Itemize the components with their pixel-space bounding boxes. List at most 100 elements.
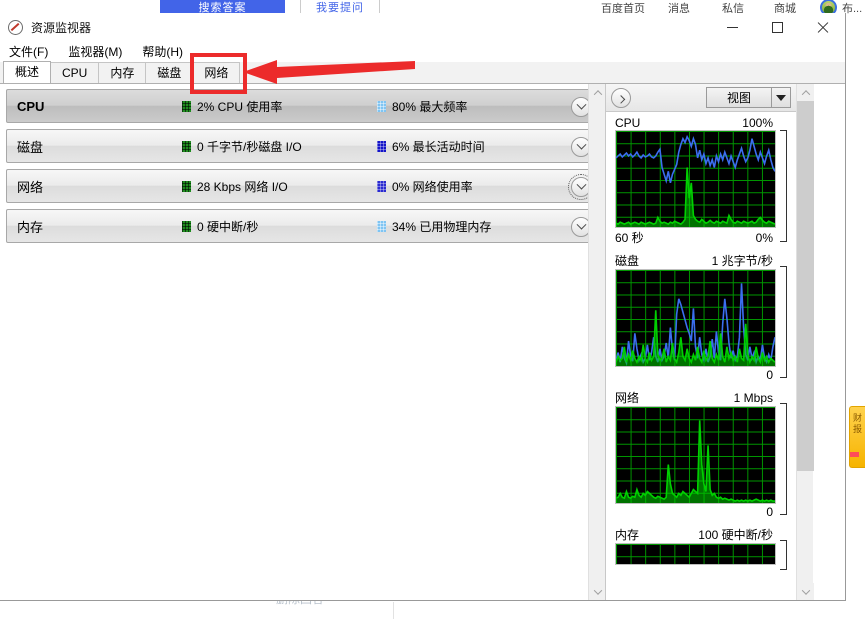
metric-value: 34% 已用物理内存	[392, 219, 492, 234]
resource-row-network[interactable]: 网络 28 Kbps 网络 I/O 0% 网络使用率	[6, 169, 599, 203]
graph-max-label: 1 Mbps	[733, 391, 773, 405]
resource-row-label: 内存	[17, 219, 44, 235]
view-dropdown[interactable]: 视图	[706, 87, 791, 108]
menu-item-file[interactable]: 文件(F)	[7, 41, 57, 62]
close-button[interactable]	[800, 13, 845, 41]
overview-vertical-scrollbar[interactable]	[588, 84, 606, 600]
legend-swatch-green	[182, 100, 191, 112]
tab-overview[interactable]: 概述	[3, 61, 52, 83]
view-dropdown-arrow[interactable]	[771, 88, 790, 107]
side-promo-widget[interactable]: 财报	[849, 406, 865, 468]
graph-max-label: 1 兆字节/秒	[711, 254, 773, 268]
graph-scale-bracket	[780, 540, 787, 570]
graph-block-disk: 磁盘 1 兆字节/秒 0	[606, 248, 796, 385]
graph-plot-cpu	[616, 131, 775, 227]
resource-row-cpu[interactable]: CPU 2% CPU 使用率 80% 最大频率	[6, 89, 599, 123]
scroll-down-button[interactable]	[797, 583, 814, 600]
legend-swatch-blue	[377, 140, 386, 152]
legend-swatch-lightblue	[377, 100, 386, 112]
resource-monitor-window: 资源监视器 文件(F) 监视器(M) 帮助(H) 概述 CPU 内存 磁盘 网络…	[0, 13, 846, 601]
graph-gridlines	[616, 544, 775, 564]
graph-min-label: 0%	[755, 231, 773, 245]
graph-time-label: 60 秒	[615, 231, 644, 245]
bg-nav-link-mall[interactable]: 商城	[774, 0, 796, 13]
bg-tab-search-answers[interactable]: 搜索答案	[160, 0, 285, 13]
graph-header-network: 网络 1 Mbps	[615, 389, 787, 406]
resource-metric-disk-active-time: 6% 最长活动时间	[377, 138, 485, 155]
maximize-icon	[772, 21, 783, 33]
chevron-up-icon	[801, 89, 810, 99]
graph-scale-bracket	[780, 403, 787, 515]
graph-canvas-cpu	[615, 130, 776, 228]
chevron-down-icon	[576, 219, 586, 230]
chevron-right-icon	[616, 94, 626, 104]
graph-vertical-scrollbar[interactable]	[796, 84, 814, 600]
resource-monitor-icon	[8, 19, 23, 35]
menu-item-help[interactable]: 帮助(H)	[140, 41, 192, 62]
menu-item-monitor[interactable]: 监视器(M)	[66, 41, 131, 62]
metric-value: 80% 最大频率	[392, 99, 468, 114]
graph-min-label: 0	[766, 368, 773, 382]
resource-row-label: CPU	[17, 98, 45, 114]
side-promo-badge	[850, 452, 859, 457]
graph-scale-bracket	[780, 130, 787, 242]
resource-metric-cpu-usage: 2% CPU 使用率	[182, 98, 377, 115]
bg-nav-link-private-messages[interactable]: 私信	[722, 0, 744, 13]
graph-footer-disk: 0	[615, 368, 787, 383]
graph-max-label: 100%	[742, 116, 773, 130]
metric-value: 0% 网络使用率	[392, 179, 473, 194]
window-titlebar: 资源监视器	[0, 13, 845, 41]
bg-vertical-divider	[393, 602, 394, 619]
tab-cpu[interactable]: CPU	[50, 62, 100, 83]
graph-header-cpu: CPU 100%	[615, 116, 787, 130]
graph-max-label: 100 硬中断/秒	[698, 528, 773, 542]
bg-nav-link-home[interactable]: 百度首页	[601, 0, 645, 13]
graph-footer-cpu: 60 秒 0%	[615, 229, 787, 246]
graph-canvas-memory	[615, 543, 776, 565]
resource-metric-physical-memory: 34% 已用物理内存	[377, 218, 491, 235]
chevron-down-icon	[576, 99, 586, 110]
legend-swatch-green	[182, 220, 191, 232]
resource-metric-network-utilization: 0% 网络使用率	[377, 178, 473, 195]
graph-panel: 视图 CPU 100% 60 秒 0% 磁盘 1 兆字节/秒 0 网络 1 Mb…	[605, 84, 829, 600]
graph-canvas-network	[615, 406, 776, 504]
scroll-down-button[interactable]	[589, 583, 606, 600]
graph-title: 网络	[615, 391, 640, 405]
maximize-button[interactable]	[755, 13, 800, 41]
minimize-icon	[727, 26, 738, 28]
tab-memory[interactable]: 内存	[98, 62, 147, 83]
tab-disk[interactable]: 磁盘	[145, 62, 194, 83]
collapse-panel-button[interactable]	[611, 87, 631, 108]
bg-tab-ask-question[interactable]: 我要提问	[300, 0, 380, 13]
graph-title: 内存	[615, 528, 640, 542]
graph-min-label: 0	[766, 505, 773, 519]
scroll-up-button[interactable]	[589, 84, 606, 101]
resource-row-memory[interactable]: 内存 0 硬中断/秒 34% 已用物理内存	[6, 209, 599, 243]
graph-block-cpu: CPU 100% 60 秒 0%	[606, 112, 796, 248]
chevron-up-icon	[593, 89, 602, 99]
view-dropdown-label: 视图	[726, 91, 751, 105]
resource-metric-cpu-maxfreq: 80% 最大频率	[377, 98, 467, 115]
graph-toolbar: 视图	[606, 84, 796, 112]
tab-strip: 概述 CPU 内存 磁盘 网络	[0, 61, 845, 84]
graph-header-memory: 内存 100 硬中断/秒	[615, 526, 787, 543]
window-body: CPU 2% CPU 使用率 80% 最大频率 磁盘 0 千字节/秒磁盘 I/O…	[0, 84, 845, 600]
resource-metric-network-io: 28 Kbps 网络 I/O	[182, 178, 377, 195]
graph-title: 磁盘	[615, 254, 640, 268]
graph-header-disk: 磁盘 1 兆字节/秒	[615, 252, 787, 269]
minimize-button[interactable]	[710, 13, 755, 41]
legend-swatch-blue	[377, 180, 386, 192]
metric-value: 0 硬中断/秒	[197, 219, 259, 234]
graph-block-network: 网络 1 Mbps 0	[606, 385, 796, 522]
close-icon	[816, 21, 829, 34]
legend-swatch-green	[182, 140, 191, 152]
resource-row-disk[interactable]: 磁盘 0 千字节/秒磁盘 I/O 6% 最长活动时间	[6, 129, 599, 163]
window-title: 资源监视器	[31, 20, 92, 35]
scrollbar-thumb[interactable]	[797, 101, 814, 471]
graph-block-memory: 内存 100 硬中断/秒	[606, 522, 796, 570]
bg-nav-link-messages[interactable]: 消息	[668, 0, 690, 13]
graph-footer-network: 0	[615, 505, 787, 520]
scroll-up-button[interactable]	[797, 84, 814, 101]
graph-canvas-disk	[615, 269, 776, 367]
annotation-arrow-icon	[243, 60, 415, 84]
